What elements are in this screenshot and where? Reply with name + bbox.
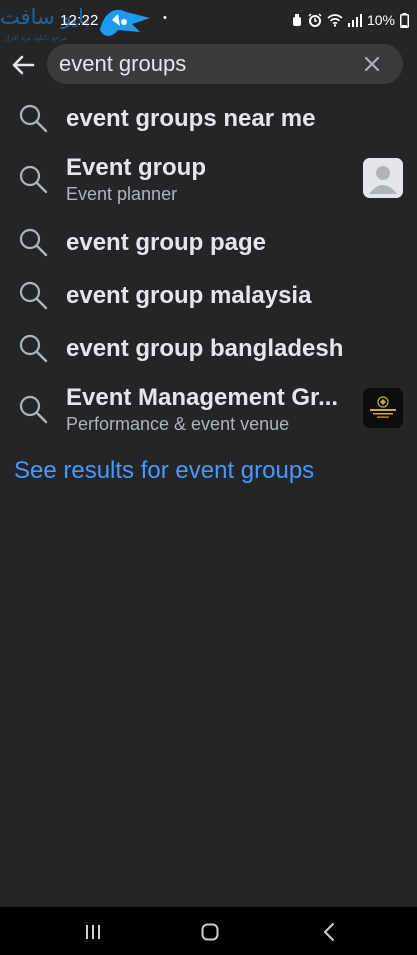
search-icon bbox=[19, 334, 48, 363]
close-icon bbox=[365, 57, 379, 71]
status-icons: 10% bbox=[291, 12, 409, 28]
search-field bbox=[47, 44, 403, 84]
default-avatar-thumbnail bbox=[363, 158, 403, 198]
back-arrow-icon bbox=[12, 55, 35, 75]
wifi-icon bbox=[327, 13, 343, 27]
default-avatar-icon bbox=[363, 158, 403, 198]
suggestion-row[interactable]: event group bangladesh bbox=[0, 322, 417, 374]
suggestion-row[interactable]: Event group Event planner bbox=[0, 152, 417, 208]
system-navigation-bar bbox=[0, 907, 417, 955]
notification-dot: • bbox=[163, 12, 167, 24]
back-icon bbox=[324, 923, 334, 941]
search-icon bbox=[19, 228, 48, 257]
status-time: 12:22 bbox=[60, 12, 99, 29]
battery-icon bbox=[400, 12, 409, 28]
search-icon bbox=[19, 395, 48, 424]
search-header bbox=[0, 44, 417, 86]
suggestion-row[interactable]: event groups near me bbox=[0, 92, 417, 144]
recent-apps-icon bbox=[86, 925, 100, 939]
suggestion-title: Event group bbox=[66, 154, 207, 181]
see-all-results-link[interactable]: See results for event groups bbox=[14, 457, 314, 485]
suggestion-title: Event Management Gr... bbox=[66, 384, 339, 411]
search-icon bbox=[19, 104, 48, 133]
page-logo-thumbnail bbox=[363, 388, 403, 428]
search-icon bbox=[19, 281, 48, 310]
page-logo-icon bbox=[363, 388, 403, 428]
svg-text:مرجع دانلود نرم افزار: مرجع دانلود نرم افزار bbox=[3, 34, 67, 42]
suggestion-subtitle: Performance & event venue bbox=[66, 414, 290, 434]
back-button[interactable] bbox=[8, 50, 38, 80]
home-icon bbox=[201, 923, 219, 941]
suggestion-title: event groups near me bbox=[66, 105, 316, 132]
search-input[interactable] bbox=[59, 44, 349, 84]
clock-icon bbox=[308, 13, 322, 27]
system-back-button[interactable] bbox=[314, 919, 344, 945]
suggestion-row[interactable]: Event Management Gr... Performance & eve… bbox=[0, 382, 417, 438]
search-icon bbox=[19, 165, 48, 194]
signal-icon bbox=[347, 13, 362, 27]
battery-level: 10% bbox=[366, 12, 395, 28]
recent-apps-button[interactable] bbox=[78, 919, 108, 945]
suggestion-row[interactable]: event group page bbox=[0, 216, 417, 268]
suggestion-row[interactable]: event group malaysia bbox=[0, 269, 417, 321]
clear-search-button[interactable] bbox=[363, 55, 381, 73]
suggestion-subtitle: Event planner bbox=[66, 184, 178, 204]
status-bar: ب‍اي‍و س‍اف‍ت مرجع دانلود نرم افزار 12:2… bbox=[0, 0, 417, 42]
suggestion-title: event group page bbox=[66, 229, 267, 256]
suggestion-title: event group bangladesh bbox=[66, 335, 344, 362]
home-button[interactable] bbox=[195, 919, 225, 945]
suggestion-title: event group malaysia bbox=[66, 282, 312, 309]
alarm-icon bbox=[292, 14, 301, 26]
